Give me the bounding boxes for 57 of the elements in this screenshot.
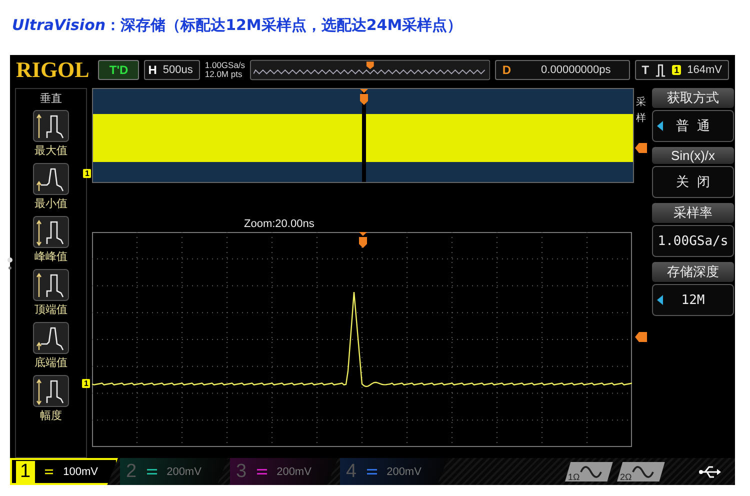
menu-item-title: 采样率: [652, 203, 734, 223]
trigger-level-icon: [635, 143, 647, 153]
delay-label: D: [502, 63, 512, 77]
measure-icon[interactable]: [33, 269, 69, 301]
measure-icon[interactable]: [33, 163, 69, 195]
menu-value-button[interactable]: 1.00GSa/s: [652, 225, 734, 257]
timebase-label: H: [148, 63, 157, 77]
channel-tab[interactable]: 2 200mV: [120, 458, 228, 485]
arrow-icon: [657, 295, 663, 305]
channel-tab[interactable]: 1 100mV: [10, 458, 118, 485]
measure-label: 峰峰值: [34, 250, 68, 264]
measure-icon[interactable]: [33, 110, 69, 142]
trigger-level: 164mV: [687, 64, 722, 76]
menu-value-button[interactable]: 12M: [652, 284, 734, 316]
menu-value-button[interactable]: 普 通: [652, 110, 734, 142]
sine-wave-icon: [580, 464, 602, 478]
generator-button[interactable]: 1Ω: [565, 462, 613, 482]
page-caption: UltraVision：深存储（标配达12M采样点，选配达24M采样点）: [11, 15, 464, 36]
zoom-label: Zoom:20.00ns: [244, 218, 314, 230]
channel-tab[interactable]: 4 200mV: [340, 458, 448, 485]
trigger-level-icon: [635, 332, 647, 342]
sample-info: 12.0M pts: [204, 70, 244, 79]
delay-box[interactable]: D 0.00000000ps: [495, 60, 630, 80]
measure-label: 顶端值: [34, 303, 68, 317]
generator-button[interactable]: 2Ω: [617, 462, 665, 482]
timebase-box[interactable]: H 500us: [144, 60, 200, 80]
channel-marker: 1: [82, 379, 90, 388]
trigger-label: T: [642, 63, 650, 77]
trigger-box[interactable]: T 1 164mV: [634, 60, 729, 80]
measure-icon[interactable]: [33, 322, 69, 354]
menu-item-title: Sin(x)/x: [652, 147, 734, 164]
trigger-position-icon: [358, 232, 368, 248]
arrow-icon: [657, 121, 663, 131]
trigger-position-icon: [359, 89, 369, 105]
channel-tab[interactable]: 3 200mV: [230, 458, 338, 485]
menu-value-button[interactable]: 关 闭: [652, 166, 734, 198]
brand-logo: RIGOL: [16, 57, 90, 83]
usb-icon: [699, 466, 721, 478]
run-status: T'D: [98, 60, 140, 80]
sample-info: 1.00GSa/s: [204, 61, 246, 70]
measure-label: 底端值: [34, 356, 68, 370]
sine-wave-icon: [632, 464, 654, 478]
measure-icon[interactable]: [33, 375, 69, 407]
menu-item-title: 存储深度: [652, 262, 734, 282]
menu-item-title: 获取方式: [652, 88, 734, 108]
measure-label: 最大值: [34, 144, 68, 158]
measure-label: 幅度: [40, 408, 62, 423]
pulse-icon: [655, 64, 666, 76]
delay-value: 0.00000000ps: [541, 64, 611, 76]
trigger-channel: 1: [672, 65, 682, 75]
timebase-value: 500us: [162, 64, 193, 76]
page-indicator-icon: [7, 257, 13, 271]
measure-label: 最小值: [34, 197, 68, 211]
measure-icon[interactable]: [33, 216, 69, 248]
menu-title: 垂直: [40, 92, 62, 106]
channel-marker: 1: [83, 169, 92, 178]
menu-side-label: 采样: [636, 96, 646, 126]
